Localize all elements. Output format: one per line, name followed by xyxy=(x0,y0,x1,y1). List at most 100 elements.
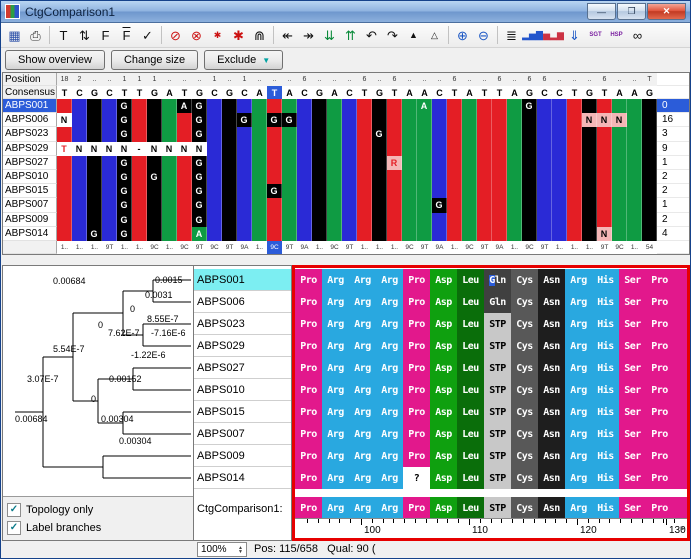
base-cell[interactable] xyxy=(522,213,537,227)
base-cell[interactable] xyxy=(57,184,72,198)
residue-cell[interactable]: Asn xyxy=(538,335,565,357)
base-cell[interactable] xyxy=(627,113,642,127)
base-cell[interactable] xyxy=(207,184,222,198)
minimize-button[interactable]: — xyxy=(587,3,616,20)
residue-cell[interactable]: Pro xyxy=(295,467,322,489)
base-cell[interactable] xyxy=(177,184,192,198)
residue-cell[interactable]: Leu xyxy=(457,445,484,467)
base-cell[interactable] xyxy=(327,184,342,198)
residue-cell[interactable]: Arg xyxy=(565,445,592,467)
residue-cell[interactable]: Gln xyxy=(484,269,511,291)
base-cell[interactable] xyxy=(297,170,312,184)
residue-cell[interactable]: Ser xyxy=(619,467,646,489)
base-cell[interactable]: G xyxy=(192,170,207,184)
base-cell[interactable] xyxy=(312,170,327,184)
residue-cell[interactable]: Ser xyxy=(619,497,646,519)
coverage-chart-button[interactable]: ▅▂▆ xyxy=(543,25,564,46)
base-cell[interactable] xyxy=(267,170,282,184)
base-cell[interactable] xyxy=(537,170,552,184)
residue-cell[interactable]: Arg xyxy=(565,379,592,401)
base-cell[interactable] xyxy=(447,184,462,198)
base-cell[interactable] xyxy=(612,198,627,212)
consensus-cell[interactable]: T xyxy=(132,86,147,99)
residue-cell[interactable]: Asn xyxy=(538,269,565,291)
base-cell[interactable] xyxy=(252,113,267,127)
base-cell[interactable] xyxy=(537,213,552,227)
ruler-scroll-right-button[interactable]: ▸ xyxy=(680,523,685,534)
base-cell[interactable] xyxy=(327,99,342,113)
sequence-name[interactable]: ABPS023 xyxy=(3,127,57,141)
consensus-cell[interactable]: T xyxy=(177,86,192,99)
base-cell[interactable] xyxy=(222,156,237,170)
save-button[interactable]: ▦ xyxy=(4,25,25,46)
residue-cell[interactable]: Leu xyxy=(457,401,484,423)
show-overview-button[interactable]: Show overview xyxy=(5,50,105,70)
residue-cell[interactable]: Leu xyxy=(457,291,484,313)
base-cell[interactable] xyxy=(312,156,327,170)
base-cell[interactable]: N xyxy=(597,113,612,127)
residue-cell[interactable]: STP xyxy=(484,313,511,335)
base-cell[interactable] xyxy=(312,184,327,198)
base-cell[interactable] xyxy=(567,170,582,184)
base-cell[interactable] xyxy=(477,127,492,141)
base-cell[interactable] xyxy=(222,127,237,141)
base-cell[interactable] xyxy=(522,127,537,141)
residue-cell[interactable]: Pro xyxy=(646,357,673,379)
consensus-cell[interactable]: G xyxy=(147,86,162,99)
residue-cell[interactable]: Leu xyxy=(457,497,484,519)
base-cell[interactable] xyxy=(72,156,87,170)
residue-cell[interactable]: ? xyxy=(403,467,430,489)
residue-cell[interactable]: Ser xyxy=(619,291,646,313)
residue-cell[interactable]: Arg xyxy=(349,335,376,357)
residue-cell[interactable]: His xyxy=(592,401,619,423)
base-cell[interactable] xyxy=(102,198,117,212)
base-cell[interactable] xyxy=(267,127,282,141)
base-cell[interactable] xyxy=(102,213,117,227)
consensus-cell[interactable]: G xyxy=(372,86,387,99)
base-cell[interactable] xyxy=(207,156,222,170)
base-cell[interactable] xyxy=(522,113,537,127)
residue-cell[interactable]: Cys xyxy=(511,291,538,313)
base-cell[interactable] xyxy=(522,227,537,241)
base-cell[interactable]: N xyxy=(147,142,162,156)
residue-cell[interactable]: Arg xyxy=(322,401,349,423)
consensus-cell[interactable]: C xyxy=(552,86,567,99)
consensus-cell[interactable]: G xyxy=(192,86,207,99)
base-cell[interactable] xyxy=(207,213,222,227)
base-cell[interactable]: G xyxy=(117,184,132,198)
base-cell[interactable] xyxy=(132,198,147,212)
base-cell[interactable] xyxy=(402,213,417,227)
residue-cell[interactable]: STP xyxy=(484,467,511,489)
base-cell[interactable] xyxy=(357,170,372,184)
base-cell[interactable] xyxy=(642,99,657,113)
base-cell[interactable]: G xyxy=(237,113,252,127)
base-cell[interactable] xyxy=(237,227,252,241)
base-cell[interactable] xyxy=(102,156,117,170)
base-cell[interactable] xyxy=(72,227,87,241)
base-cell[interactable] xyxy=(537,156,552,170)
residue-cell[interactable]: Arg xyxy=(349,445,376,467)
base-cell[interactable]: G xyxy=(117,99,132,113)
base-cell[interactable] xyxy=(147,213,162,227)
base-cell[interactable] xyxy=(102,227,117,241)
residue-cell[interactable]: Pro xyxy=(403,445,430,467)
base-cell[interactable] xyxy=(102,127,117,141)
sequence-name-item[interactable]: ABPS001 xyxy=(194,269,291,291)
residue-cell[interactable]: Arg xyxy=(376,423,403,445)
consensus-cell[interactable]: A xyxy=(627,86,642,99)
base-cell[interactable] xyxy=(582,127,597,141)
base-cell[interactable]: G xyxy=(117,198,132,212)
base-cell[interactable] xyxy=(492,99,507,113)
sequence-name[interactable]: ABPS009 xyxy=(3,213,57,227)
base-cell[interactable] xyxy=(627,99,642,113)
base-cell[interactable]: G xyxy=(192,156,207,170)
base-cell[interactable] xyxy=(177,170,192,184)
zoom-in-button[interactable]: ⊕ xyxy=(452,25,473,46)
jump-right-button[interactable]: ↠ xyxy=(298,25,319,46)
show-lines-button[interactable]: ≣ xyxy=(501,25,522,46)
base-cell[interactable] xyxy=(87,113,102,127)
residue-cell[interactable]: Arg xyxy=(349,467,376,489)
base-cell[interactable] xyxy=(462,127,477,141)
base-cell[interactable] xyxy=(522,198,537,212)
base-cell[interactable] xyxy=(87,99,102,113)
